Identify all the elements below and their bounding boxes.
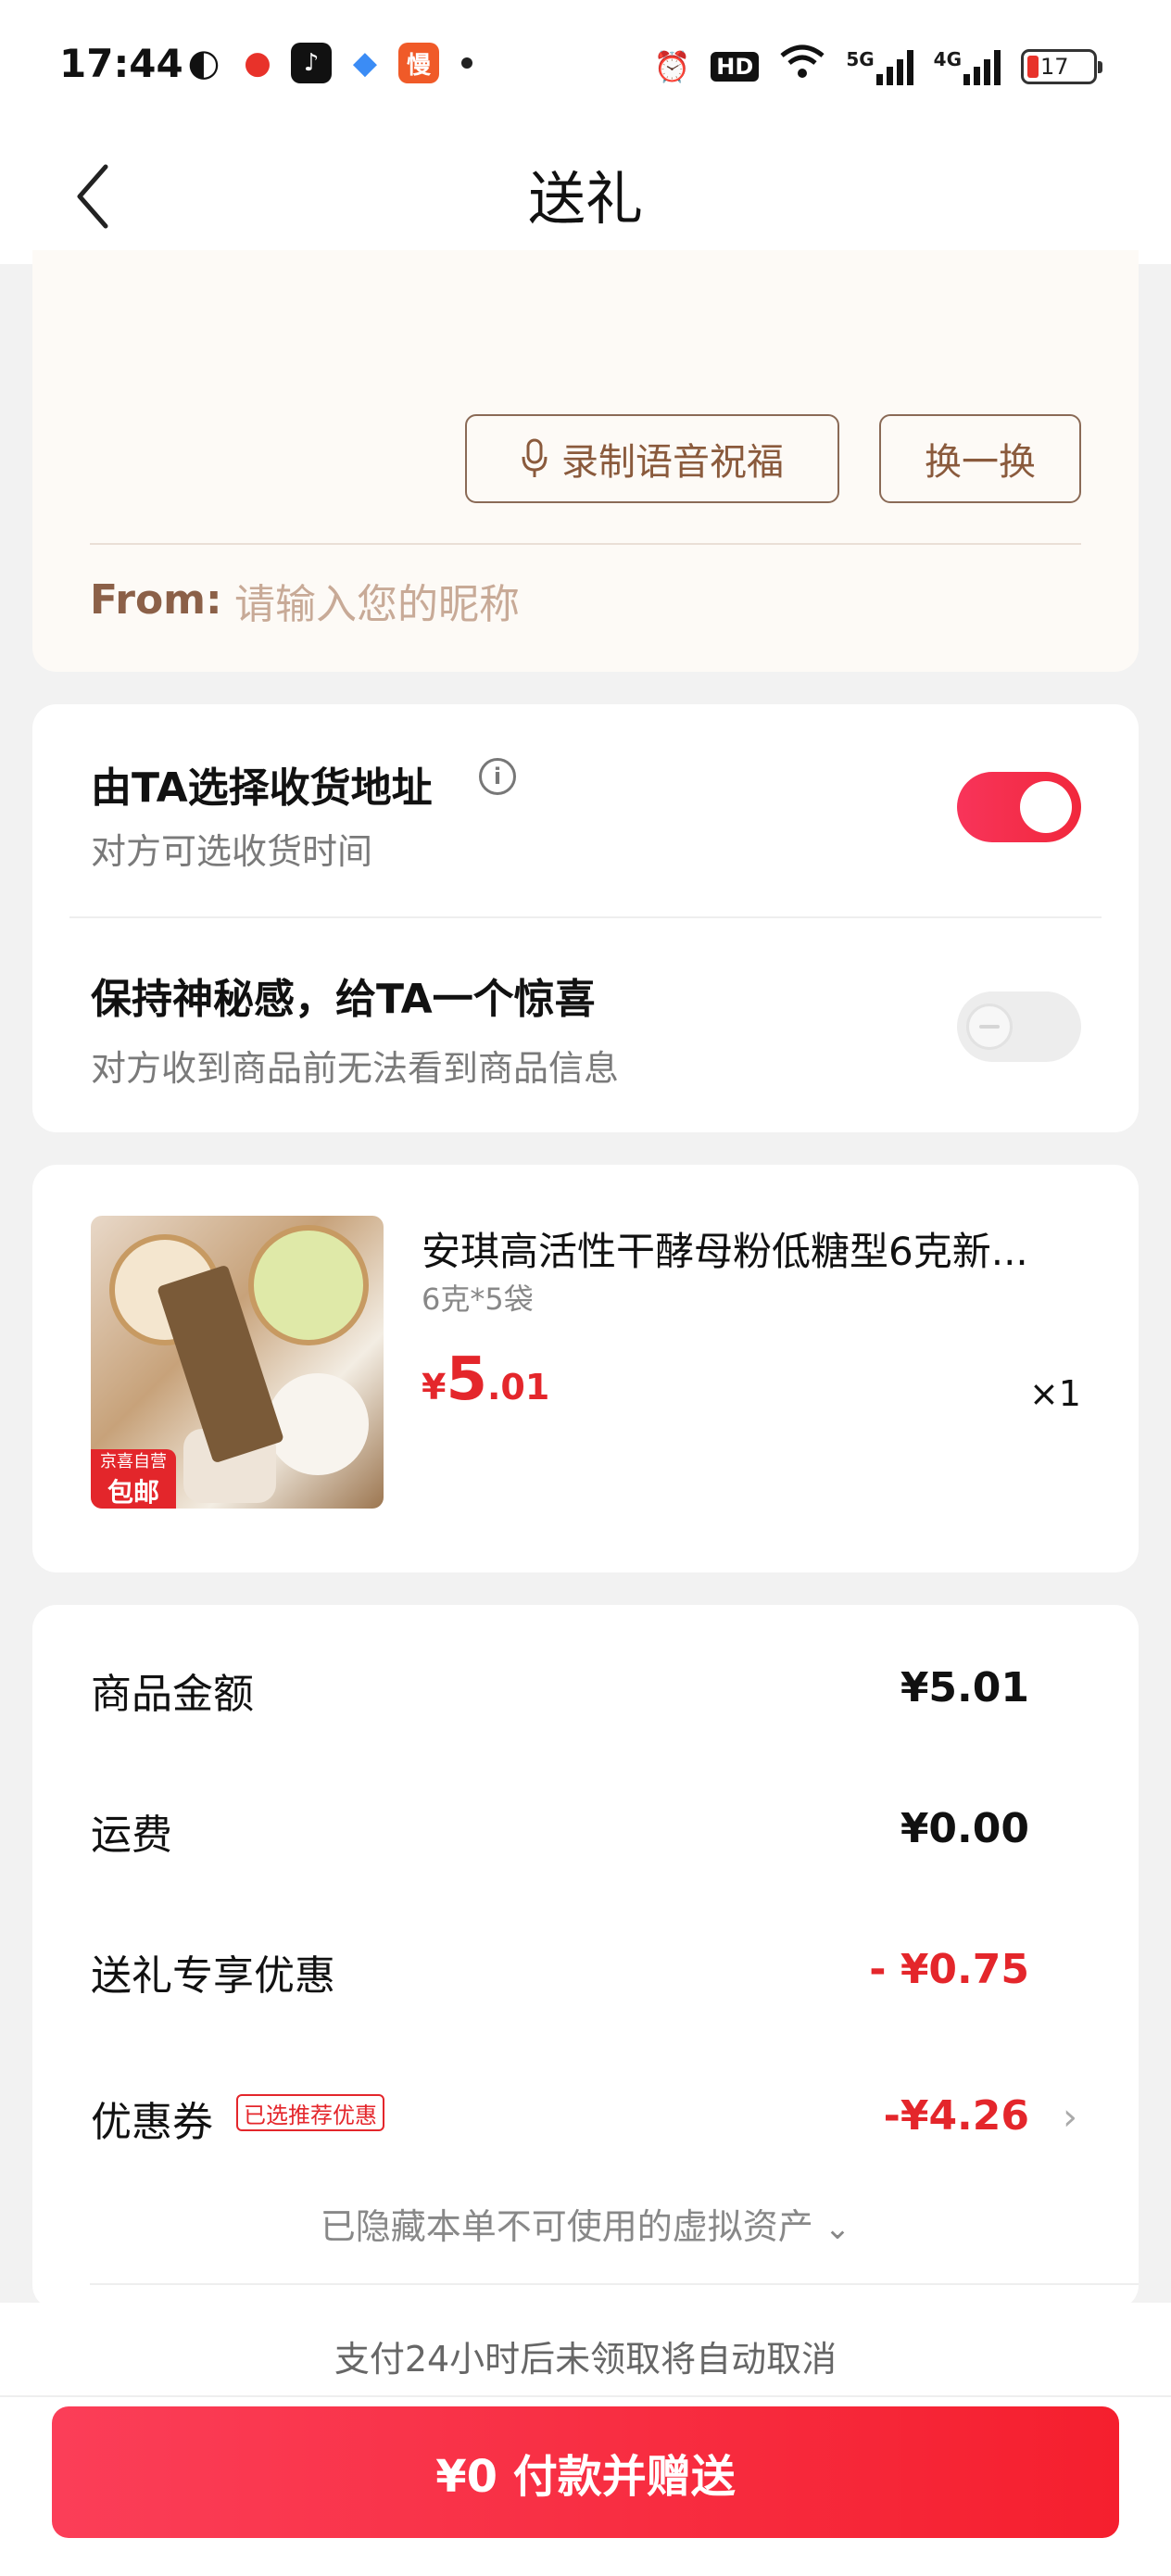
info-icon[interactable]: i — [479, 758, 516, 795]
man-app-icon: 慢 — [398, 43, 439, 83]
hd-icon: HD — [711, 51, 760, 82]
signal-4g-icon: 4G — [934, 48, 1001, 85]
browser-icon: ◆ — [352, 44, 378, 82]
divider — [90, 543, 1081, 545]
from-label: From: — [90, 576, 222, 624]
page-header: 送礼 — [0, 134, 1171, 264]
battery-icon: 17 — [1021, 48, 1102, 84]
hidden-assets-toggle[interactable]: 已隐藏本单不可使用的虚拟资产 ⌄ — [32, 2198, 1139, 2249]
goods-amount-value: ¥5.01 — [900, 1664, 1029, 1711]
battery-level: 17 — [1040, 53, 1069, 80]
microphone-icon — [522, 438, 548, 477]
coupon-label: 优惠券 — [91, 2099, 213, 2146]
wifi-icon — [779, 43, 825, 90]
recipient-address-subtitle: 对方可选收货时间 — [91, 831, 373, 872]
coupon-tag: 已选推荐优惠 — [236, 2094, 384, 2131]
record-voice-label: 录制语音祝福 — [561, 442, 784, 483]
auto-cancel-notice: 支付24小时后未领取将自动取消 — [334, 2339, 837, 2380]
divider — [69, 916, 1102, 918]
product-quantity: ×1 — [1028, 1373, 1081, 1414]
product-spec: 6克*5袋 — [422, 1282, 534, 1317]
status-time: 17:44 — [59, 41, 183, 86]
product-price: ¥ 5 .01 — [422, 1345, 550, 1414]
gift-options-card: 由TA选择收货地址 i 对方可选收货时间 保持神秘感，给TA一个惊喜 对方收到商… — [32, 704, 1139, 1132]
divider — [0, 2395, 1171, 2397]
divider — [90, 2283, 1139, 2285]
gift-discount-value: - ¥0.75 — [869, 1946, 1029, 1993]
status-indicators: ⏰ HD 5G 4G 17 — [653, 43, 1102, 90]
gift-discount-label: 送礼专享优惠 — [91, 1952, 335, 2000]
shipping-label: 运费 — [91, 1812, 172, 1859]
page-title: 送礼 — [527, 165, 643, 233]
douyin-icon: ♪ — [291, 43, 332, 83]
signal-5g-icon: 5G — [846, 48, 913, 85]
chevron-right-icon[interactable]: › — [1063, 2096, 1077, 2139]
record-voice-button[interactable]: 录制语音祝福 — [465, 414, 839, 503]
product-image[interactable]: 京喜自营 包邮 — [91, 1216, 384, 1509]
goods-amount-label: 商品金额 — [91, 1671, 254, 1718]
chevron-down-icon: ⌄ — [824, 2210, 851, 2247]
surprise-subtitle: 对方收到商品前无法看到商品信息 — [91, 1048, 620, 1089]
pay-and-gift-button[interactable]: ¥0 付款并赠送 — [52, 2406, 1119, 2538]
bottom-bar: 支付24小时后未领取将自动取消 ¥0 付款并赠送 — [0, 2303, 1171, 2576]
alarm-icon: ⏰ — [653, 48, 691, 84]
surprise-title: 保持神秘感，给TA一个惊喜 — [91, 976, 596, 1023]
hidden-assets-label: 已隐藏本单不可使用的虚拟资产 — [320, 2206, 813, 2247]
coupon-value[interactable]: -¥4.26 — [884, 2092, 1029, 2140]
shipping-value: ¥0.00 — [900, 1805, 1029, 1852]
product-badge: 京喜自营 包邮 — [91, 1449, 176, 1509]
recipient-address-toggle[interactable] — [957, 772, 1081, 842]
weibo-icon: ● — [244, 44, 271, 82]
status-bar: 17:44 ◐ ● ♪ ◆ 慢 ⏰ HD 5G 4G 17 — [0, 0, 1171, 134]
product-name[interactable]: 安琪高活性干酵母粉低糖型6克新... — [422, 1220, 1107, 1277]
surprise-toggle[interactable] — [957, 991, 1081, 1062]
recipient-address-title: 由TA选择收货地址 — [91, 764, 433, 812]
wechat-icon: ◐ — [187, 42, 220, 84]
swap-greeting-button[interactable]: 换一换 — [879, 414, 1081, 503]
product-card: 京喜自营 包邮 安琪高活性干酵母粉低糖型6克新... 6克*5袋 ¥ 5 .01… — [32, 1165, 1139, 1572]
greeting-card: 录制语音祝福 换一换 From: — [32, 250, 1139, 672]
nickname-input[interactable] — [234, 575, 883, 634]
order-summary-card: 商品金额 ¥5.01 运费 ¥0.00 送礼专享优惠 - ¥0.75 优惠券 已… — [32, 1605, 1139, 2309]
more-notifications-dot — [461, 57, 472, 69]
status-app-icons: ◐ ● ♪ ◆ 慢 — [183, 42, 472, 84]
